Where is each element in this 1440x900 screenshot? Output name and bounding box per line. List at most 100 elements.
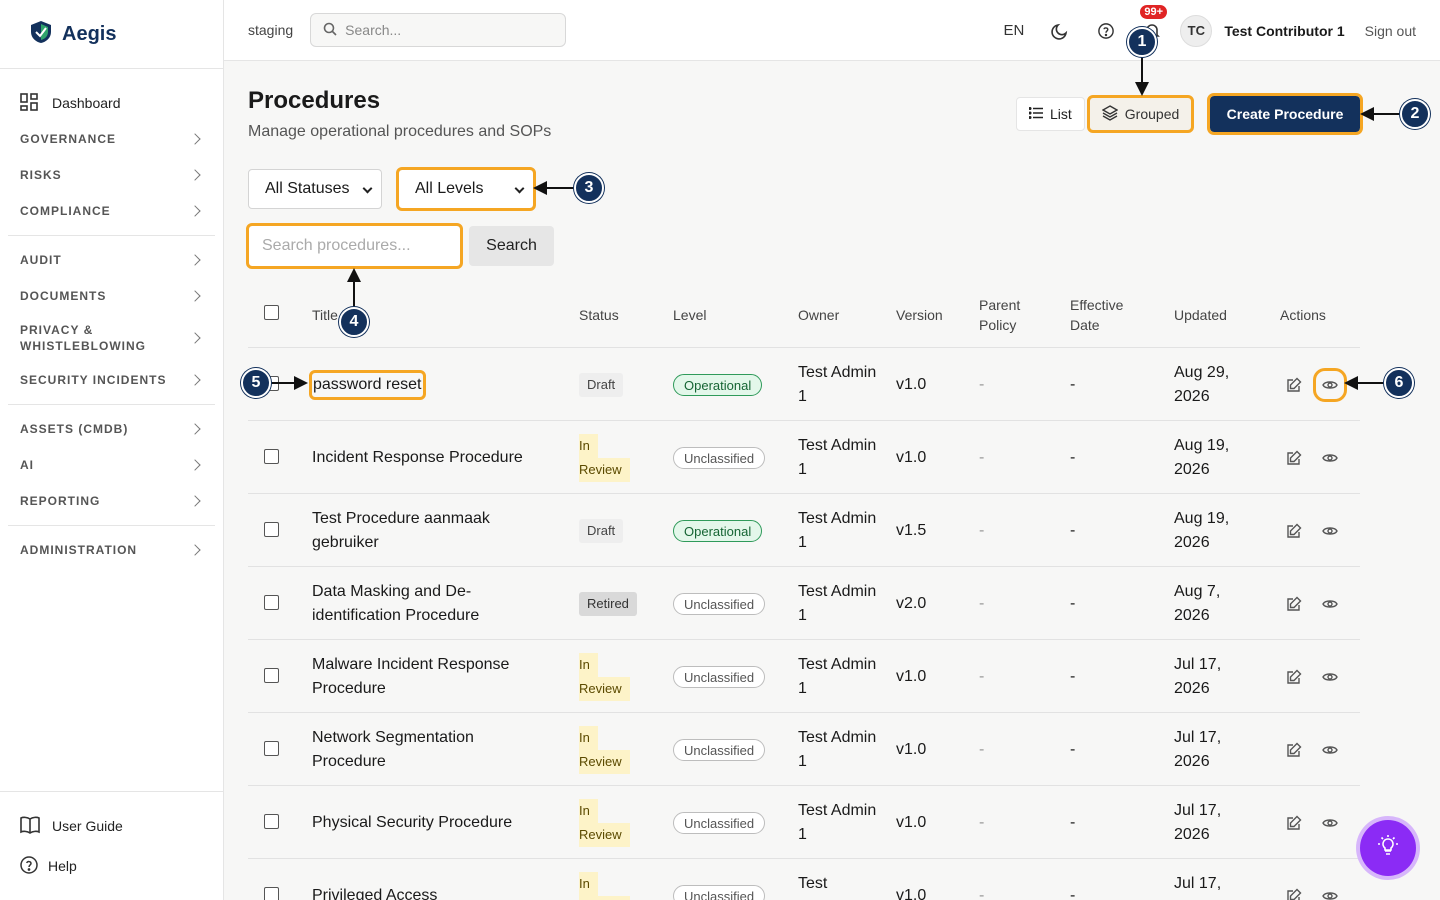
eye-icon[interactable] (1322, 523, 1338, 539)
chevron-down-icon (514, 183, 525, 194)
row-checkbox[interactable] (264, 814, 279, 829)
row-checkbox[interactable] (264, 668, 279, 683)
table-row[interactable]: Data Masking and De-identification Proce… (248, 567, 1360, 640)
row-checkbox[interactable] (264, 887, 279, 900)
edit-icon[interactable] (1286, 450, 1302, 466)
procedure-title-link[interactable]: Malware Incident Response Procedure (312, 656, 509, 697)
procedure-title-link[interactable]: Physical Security Procedure (312, 814, 512, 831)
edit-icon[interactable] (1286, 596, 1302, 612)
table-row[interactable]: password reset Draft Operational Test Admin… (248, 348, 1360, 421)
eye-icon[interactable] (1322, 888, 1338, 900)
eye-icon[interactable] (1322, 815, 1338, 831)
level-badge: Operational (673, 520, 763, 542)
eye-icon[interactable] (1322, 450, 1338, 466)
owner-cell: Test Admin 1 (798, 364, 877, 405)
row-title-cell: Physical Security Procedure (312, 811, 552, 835)
table-row[interactable]: Physical Security Procedure In Review Uncla… (248, 786, 1360, 859)
procedure-title-link[interactable]: Test Procedure aanmaak gebruiker (312, 510, 490, 551)
row-title-cell: password reset (309, 370, 552, 400)
language-switcher[interactable]: EN (1003, 22, 1024, 39)
list-view-label: List (1050, 106, 1072, 122)
sidebar-section[interactable]: GOVERNANCE (0, 121, 223, 157)
version-cell: v1.0 (896, 376, 927, 393)
list-view-button[interactable]: List (1016, 97, 1085, 131)
user-guide-label: User Guide (52, 818, 123, 834)
eye-icon[interactable] (1313, 368, 1347, 402)
top-header: staging Search... EN 99+ TC Test Contrib… (224, 0, 1440, 61)
col-version[interactable]: Version (896, 305, 943, 325)
effective-date-cell: - (1070, 595, 1076, 612)
updated-cell: Aug 19, 2026 (1174, 510, 1230, 551)
updated-cell: Jul 17, 2026 (1174, 802, 1222, 843)
effective-date-cell: - (1070, 449, 1076, 466)
brand[interactable]: Aegis (0, 0, 223, 69)
col-owner[interactable]: Owner (798, 305, 839, 325)
avatar[interactable]: TC (1180, 14, 1213, 47)
table-header: Title Status Level Owner Version Parent … (248, 287, 1360, 348)
sidebar-section[interactable]: SECURITY INCIDENTS (0, 362, 223, 398)
chevron-right-icon (189, 254, 201, 266)
effective-date-cell: - (1070, 376, 1076, 393)
procedure-title-link[interactable]: Network Segmentation Procedure (312, 729, 474, 770)
eye-icon[interactable] (1322, 742, 1338, 758)
col-effective-date[interactable]: Effective Date (1070, 295, 1140, 335)
col-title[interactable]: Title (312, 305, 338, 325)
sidebar-section[interactable]: AI (0, 447, 223, 483)
table-row[interactable]: Privileged Access InReview Unclassified Tes… (248, 859, 1360, 900)
sidebar-section[interactable]: ASSETS (CMDB) (0, 411, 223, 447)
col-level[interactable]: Level (673, 305, 706, 325)
table-row[interactable]: Malware Incident Response Procedure In Rev… (248, 640, 1360, 713)
sidebar-section[interactable]: AUDIT (0, 242, 223, 278)
callout-marker-2: 2 (1400, 99, 1430, 129)
table-row[interactable]: Incident Response Procedure In Review Uncla… (248, 421, 1360, 494)
help-circle-icon[interactable] (1096, 21, 1116, 41)
procedure-title-link[interactable]: Incident Response Procedure (312, 449, 523, 466)
help-link[interactable]: Help (0, 846, 223, 886)
eye-icon[interactable] (1322, 596, 1338, 612)
procedure-title-link[interactable]: Data Masking and De-identification Proce… (312, 583, 479, 624)
procedure-search-input[interactable]: Search procedures... (246, 223, 463, 269)
grouped-view-button[interactable]: Grouped (1086, 95, 1195, 133)
search-button[interactable]: Search (469, 226, 554, 266)
table-row[interactable]: Test Procedure aanmaak gebruiker Draft Ope… (248, 494, 1360, 567)
row-checkbox[interactable] (264, 449, 279, 464)
sidebar-section[interactable]: REPORTING (0, 483, 223, 519)
edit-icon[interactable] (1286, 742, 1302, 758)
edit-icon[interactable] (1286, 815, 1302, 831)
select-all-checkbox[interactable] (264, 305, 279, 320)
edit-icon[interactable] (1286, 888, 1302, 900)
level-filter-select[interactable]: All Levels (396, 167, 536, 211)
status-filter-select[interactable]: All Statuses (248, 169, 382, 209)
assistant-fab-button[interactable] (1360, 820, 1416, 876)
sidebar-section[interactable]: PRIVACY & WHISTLEBLOWING (0, 314, 223, 362)
global-search-input[interactable]: Search... (310, 13, 567, 47)
col-parent-policy[interactable]: Parent Policy (979, 295, 1039, 335)
sidebar-item-dashboard[interactable]: Dashboard (0, 85, 223, 121)
eye-icon[interactable] (1322, 669, 1338, 685)
col-status[interactable]: Status (579, 305, 619, 325)
edit-icon[interactable] (1286, 669, 1302, 685)
table-row[interactable]: Network Segmentation Procedure In Review Un… (248, 713, 1360, 786)
sidebar: Aegis Dashboard GOVERNANCE RISKS COMPLIANC… (0, 0, 224, 900)
row-checkbox[interactable] (264, 741, 279, 756)
user-guide-link[interactable]: User Guide (0, 806, 223, 846)
version-cell: v1.0 (896, 741, 927, 758)
sidebar-section[interactable]: COMPLIANCE (0, 193, 223, 229)
procedure-title-link[interactable]: password reset (309, 370, 426, 400)
sidebar-section[interactable]: DOCUMENTS (0, 278, 223, 314)
edit-icon[interactable] (1286, 523, 1302, 539)
procedure-title-link[interactable]: Privileged Access (312, 887, 437, 900)
moon-icon[interactable] (1050, 21, 1070, 41)
status-badge: InReview (579, 799, 630, 847)
create-procedure-button[interactable]: Create Procedure (1207, 93, 1363, 135)
sidebar-section-label: PRIVACY & WHISTLEBLOWING (20, 323, 146, 353)
sidebar-section[interactable]: RISKS (0, 157, 223, 193)
sidebar-section[interactable]: ADMINISTRATION (0, 532, 223, 568)
status-badge: InReview (579, 726, 630, 774)
row-checkbox[interactable] (264, 522, 279, 537)
edit-icon[interactable] (1286, 377, 1302, 393)
row-checkbox[interactable] (264, 595, 279, 610)
col-updated[interactable]: Updated (1174, 305, 1227, 325)
sign-out-link[interactable]: Sign out (1365, 23, 1416, 39)
parent-policy-cell: - (979, 522, 985, 539)
